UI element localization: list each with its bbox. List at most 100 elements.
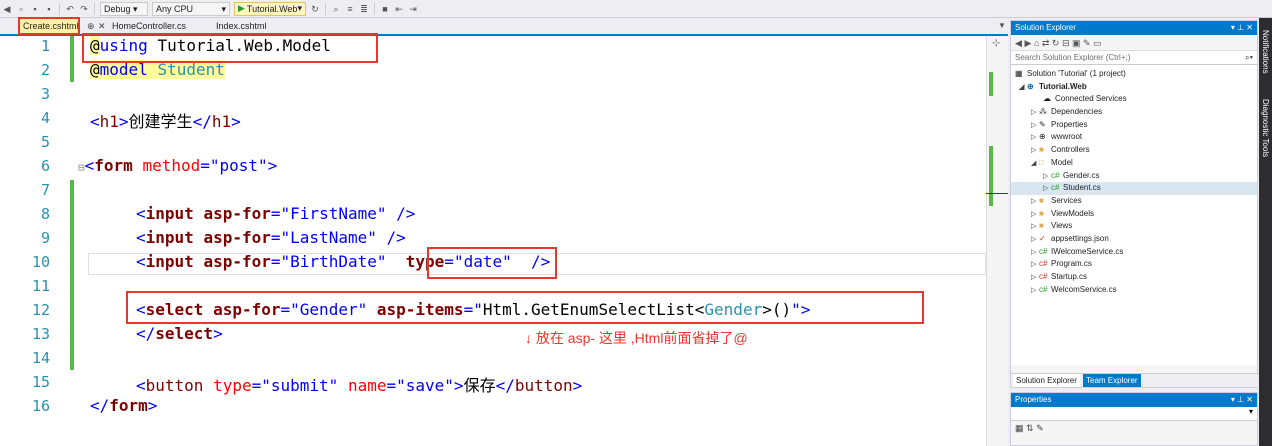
tree-item-project[interactable]: ◢ ⊕ Tutorial.Web (1011, 81, 1257, 94)
folder-open-icon: □ (1039, 157, 1044, 167)
tag-h1-close: h1 (211, 112, 232, 131)
comment-icon[interactable]: ≣ (359, 4, 369, 14)
folder-icon: ■ (1039, 145, 1044, 155)
highlight-box-type-date (427, 247, 557, 279)
save-icon[interactable]: ▪ (30, 4, 40, 14)
tree-item[interactable]: ◢ □ Model (1011, 157, 1257, 170)
properties-wrench-icon[interactable]: ✎ (1083, 38, 1091, 48)
tree-item-label: Connected Services (1055, 94, 1127, 104)
platform-dropdown[interactable]: Any CPU ▾ (152, 1, 230, 16)
button-text: 保存 (463, 376, 496, 395)
solution-explorer-toolbar: ◀ ▶ ⌂ ⇄ ↻ ⊟ ▣ ✎ ▭ (1011, 35, 1257, 51)
new-file-icon[interactable]: ▫ (16, 4, 26, 14)
bookmark-next-icon[interactable]: ⇥ (408, 4, 418, 14)
tree-item[interactable]: ▷ c# WelcomService.cs (1011, 284, 1257, 297)
tab-overflow-icon[interactable]: ▼ (994, 18, 1010, 34)
find-icon[interactable]: ⌕ (331, 4, 341, 14)
tree-item[interactable]: ▷ ■ ViewModels (1011, 208, 1257, 221)
tree-item[interactable]: ▷ ✎ Properties (1011, 119, 1257, 132)
line-number: 4 (40, 109, 50, 127)
explorer-tab-strip: Solution Explorer Team Explorer (1011, 373, 1259, 387)
pane-controls[interactable]: ▾ ⊥ ✕ (1231, 393, 1253, 407)
run-button[interactable]: ▶ Tutorial.Web ▾ (234, 1, 306, 16)
value-birthdate: "BirthDate" (280, 252, 387, 271)
tag-form: form (94, 156, 133, 175)
redo-icon[interactable]: ↷ (79, 4, 89, 14)
ide-window: ◀ ▫ ▪ ▪ ↶ ↷ Debug ▾ Any CPU ▾ ▶ Tutorial.… (0, 0, 1272, 446)
back-icon[interactable]: ◀ (2, 4, 12, 14)
tab-index-cshtml[interactable]: Index.cshtml (212, 18, 271, 34)
fold-icon[interactable]: ⊟ (78, 161, 85, 174)
bracket: > (118, 112, 129, 131)
tree-item-solution[interactable]: ▦ Solution 'Tutorial' (1 project) (1011, 68, 1257, 81)
attr-type: type (213, 376, 252, 395)
side-tab-diagnostic-tools[interactable]: Diagnostic Tools (1259, 88, 1272, 168)
forward-icon[interactable]: ▶ (1024, 38, 1031, 48)
value-firstname: "FirstName" (280, 204, 387, 223)
side-tab-notifications[interactable]: Notifications (1259, 22, 1272, 82)
search-icon[interactable]: ⌕▾ (1245, 51, 1253, 65)
back-icon[interactable]: ◀ (1015, 38, 1022, 48)
undo-icon[interactable]: ↶ (65, 4, 75, 14)
tree-item[interactable]: ▷ c# Startup.cs (1011, 271, 1257, 284)
tree-item-label: Views (1051, 221, 1073, 231)
tree-item[interactable]: ▷ ■ Views (1011, 220, 1257, 233)
wrench-icon[interactable]: ✎ (1036, 423, 1044, 433)
tree-item-label: Properties (1051, 119, 1088, 129)
bracket: </ (495, 376, 515, 395)
tree-item[interactable]: ▷ ⁂ Dependencies (1011, 106, 1257, 119)
tree-item[interactable]: ☁ Connected Services (1011, 93, 1257, 106)
format-icon[interactable]: ≡ (345, 4, 355, 14)
save-all-icon[interactable]: ▪ (44, 4, 54, 14)
refresh-icon[interactable]: ↻ (1052, 38, 1060, 48)
bookmark-icon[interactable]: ■ (380, 4, 390, 14)
solution-search-input[interactable]: Search Solution Explorer (Ctrl+;) ⌕▾ (1011, 51, 1257, 65)
tree-item[interactable]: ▷ ■ Services (1011, 195, 1257, 208)
pane-controls[interactable]: ▾ ⊥ ✕ (1231, 21, 1253, 35)
preview-icon[interactable]: ▭ (1093, 38, 1102, 48)
alphabetical-icon[interactable]: ⇅ (1026, 423, 1034, 433)
code-editor[interactable]: 1 2 3 4 5 6 7 8 9 10 11 12 13 14 15 16 @… (0, 33, 1008, 446)
collapse-all-icon[interactable]: ⊟ (1062, 38, 1070, 48)
tree-item[interactable]: ▷ c# Program.cs (1011, 258, 1257, 271)
home-icon[interactable]: ⌂ (1034, 38, 1039, 48)
tab-team-explorer[interactable]: Team Explorer (1083, 374, 1141, 387)
chevron-down-icon: ▾ (297, 3, 302, 13)
properties-object-select[interactable]: ▾ (1011, 407, 1257, 421)
dependencies-icon: ⁂ (1039, 107, 1047, 117)
tag-input: input (145, 252, 194, 271)
connected-services-icon: ☁ (1043, 94, 1051, 104)
vertical-scrollbar[interactable]: ⊹ (986, 36, 1008, 446)
tree-item-selected[interactable]: ▷ c# Student.cs (1011, 182, 1257, 195)
tree-item-label: Startup.cs (1051, 272, 1088, 281)
tree-item[interactable]: ▷ ⊕ wwwroot (1011, 131, 1257, 144)
tab-label: Index.cshtml (216, 21, 267, 31)
tree-item[interactable]: ▷ c# Gender.cs (1011, 170, 1257, 183)
split-icon[interactable]: ⊹ (992, 38, 1000, 49)
sync-icon[interactable]: ⇄ (1042, 38, 1050, 48)
tree-item[interactable]: ▷ ✓ appsettings.json (1011, 233, 1257, 246)
tree-item[interactable]: ▷ ■ Controllers (1011, 144, 1257, 157)
code-line-8: <input asp-for="FirstName" /> (136, 204, 415, 223)
tree-item[interactable]: ▷ c# IWelcomeService.cs (1011, 246, 1257, 259)
solution-tree: ▦ Solution 'Tutorial' (1 project) ◢ ⊕ Tutor… (1011, 65, 1257, 365)
line-number: 7 (40, 181, 50, 199)
bookmark-prev-icon[interactable]: ⇤ (394, 4, 404, 14)
collapsed-arrow-icon[interactable]: ▷ (1031, 285, 1039, 298)
show-all-files-icon[interactable]: ▣ (1072, 38, 1081, 48)
code-line-13: </select> (136, 324, 223, 343)
tree-item-label: Student.cs (1063, 183, 1101, 193)
categorized-icon[interactable]: ▦ (1015, 423, 1024, 433)
tag-input: input (145, 228, 194, 247)
refresh-icon[interactable]: ↻ (310, 4, 320, 14)
bracket: > (213, 324, 223, 343)
line-number: 8 (40, 205, 50, 223)
tag-button: button (145, 376, 204, 395)
tab-homecontroller-cs[interactable]: HomeController.cs (108, 18, 190, 34)
line-number: 12 (31, 301, 50, 319)
attr-asp-for: asp-for (203, 204, 271, 223)
bracket: </ (192, 112, 212, 131)
tab-solution-explorer[interactable]: Solution Explorer (1013, 374, 1080, 387)
tab-create-cshtml[interactable]: Create.cshtml (18, 17, 80, 35)
configuration-dropdown[interactable]: Debug ▾ (100, 1, 148, 16)
